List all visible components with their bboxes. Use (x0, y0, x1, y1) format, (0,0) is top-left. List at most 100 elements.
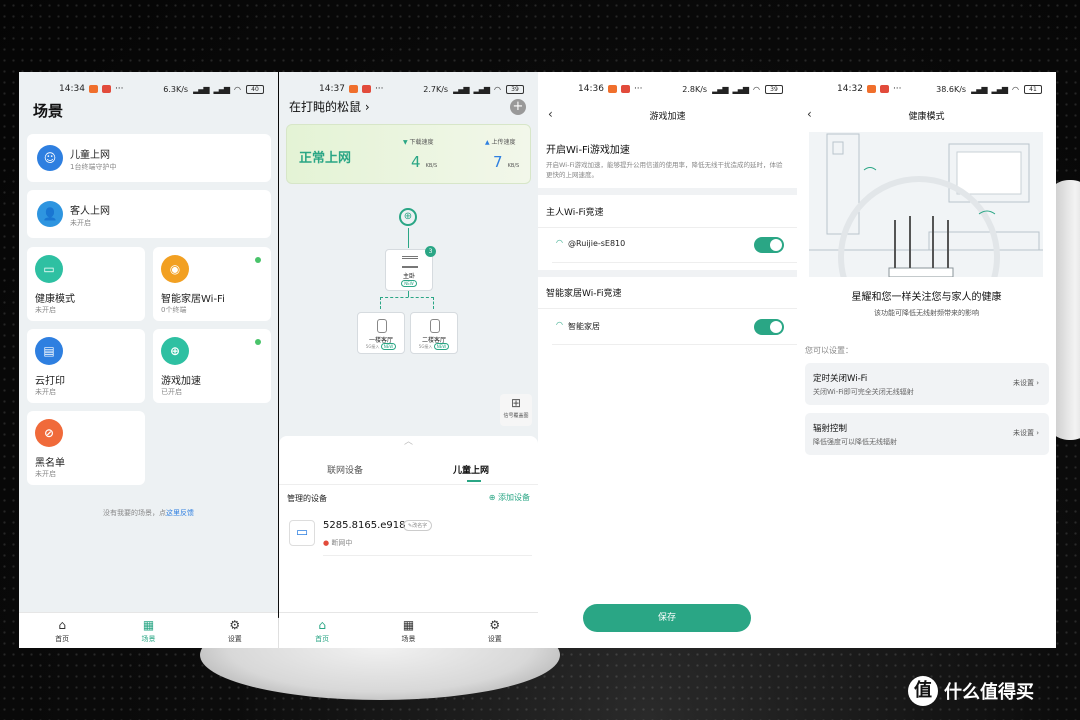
wifi-icon: ◠ (556, 320, 563, 329)
tab-home[interactable]: ⌂ 首页 (32, 618, 92, 644)
node-label: 主卧 (402, 273, 415, 280)
main-wifi-toggle[interactable] (754, 237, 784, 253)
sheet-tab-devices[interactable]: 联网设备 (327, 463, 363, 476)
tab-settings[interactable]: ⚙ 设置 (465, 618, 525, 644)
computer-icon: ▭ (289, 520, 315, 546)
scene-card-health[interactable]: ▭ 健康模式 未开启 (27, 247, 145, 321)
section-desc: 开启Wi-Fi游戏加速，能够提升公用信道的使用率，降低无线干扰造成的延时，体验更… (546, 161, 783, 179)
sub-router-node[interactable]: 二楼客厅 5G接入 NEW (410, 312, 458, 354)
signal-icon: ▂▄▆ (712, 84, 729, 94)
add-icon[interactable]: + (510, 99, 526, 115)
bottom-tabbar: ⌂ 首页 ▦ 场景 ⚙ 设置 (279, 612, 538, 648)
blacklist-user-icon: ⊘ (35, 419, 63, 447)
chevron-right-icon: › (1036, 379, 1039, 387)
status-time: 14:36 (578, 84, 604, 94)
wifi-icon: ◠ (494, 84, 501, 94)
page-title: 游戏加速 (649, 112, 686, 122)
download-value: 4 (411, 153, 421, 171)
scene-sub: 1台终端守护中 (70, 163, 117, 171)
option-title: 辐射控制 (813, 424, 848, 434)
signal-icon: ▂▄▆ (991, 84, 1009, 94)
option-card-timer[interactable]: 定时关闭Wi-Fi 关闭Wi-Fi即可完全关闭无线辐射 未设置 › (805, 363, 1049, 405)
tab-label: 场景 (141, 634, 156, 643)
gamepad-icon: ⊕ (161, 337, 189, 365)
sheet-tab-child[interactable]: 儿童上网 (453, 463, 489, 476)
tab-label: 首页 (315, 634, 330, 643)
status-bar: 14:32 ··· 38.6K/s ▂▄▆ ▂▄▆ ◠ 41 (797, 72, 1056, 106)
gear-icon: ⚙ (489, 617, 501, 632)
home-icon: ⌂ (318, 617, 326, 632)
scene-sub: 未开启 (35, 306, 56, 314)
main-router-node[interactable]: 主卧 NEW 3 (385, 246, 436, 291)
download-label: 下载速度 (409, 139, 434, 146)
scene-card-print[interactable]: ▤ 云打印 未开启 (27, 329, 145, 403)
option-card-radiation[interactable]: 辐射控制 降低强度可以降低无线辐射 未设置 › (805, 413, 1049, 455)
gray-divider (538, 188, 797, 195)
status-bar: 14:36 ··· 2.8K/s ▂▄▆ ▂▄▆ ◠ 39 (538, 72, 797, 106)
status-time: 14:37 (319, 84, 345, 94)
wifi-icon: ◠ (556, 238, 563, 247)
network-name-row[interactable]: 在打盹的松鼠 › (289, 98, 370, 115)
section-title: 开启Wi-Fi游戏加速 (546, 145, 630, 156)
notification-icon (361, 85, 371, 93)
signal-icon: ▂▄▆ (213, 84, 231, 94)
notification-icon (348, 85, 358, 93)
row-divider (538, 308, 797, 309)
main-wifi-name: @Ruijie-sE810 (568, 239, 626, 248)
smart-wifi-name: 智能家居 (568, 322, 600, 331)
sheet-handle-icon[interactable]: ︿ (279, 436, 538, 448)
feedback-link[interactable]: 这里反馈 (166, 509, 194, 517)
tab-home[interactable]: ⌂ 首页 (292, 618, 352, 644)
status-time: 14:32 (837, 84, 863, 94)
network-name: 在打盹的松鼠 (289, 100, 362, 114)
sub-router-node[interactable]: 一楼客厅 5G接入 NEW (357, 312, 405, 354)
scene-sub: 未开启 (35, 388, 56, 396)
option-state: 未设置 › (1012, 379, 1039, 387)
upload-arrow-icon: ▲ (485, 139, 490, 146)
router-icon (402, 256, 418, 268)
coverage-map-button[interactable]: ⊞ 信号覆盖图 (500, 394, 532, 426)
save-button[interactable]: 保存 (583, 604, 751, 632)
more-dots-icon: ··· (633, 84, 643, 94)
scene-card-game[interactable]: ⊕ 游戏加速 已开启 (153, 329, 271, 403)
scene-card-smarthome[interactable]: ◉ 智能家居Wi-Fi 0个终端 (153, 247, 271, 321)
home-icon: ⌂ (58, 617, 66, 632)
net-status: 正常上网 (299, 151, 352, 166)
smart-speaker-icon: ◉ (161, 255, 189, 283)
more-dots-icon: ··· (892, 84, 902, 94)
add-device-button[interactable]: ⊕ 添加设备 (489, 492, 530, 503)
smart-wifi-label: 智能家居Wi-Fi竞速 (546, 289, 622, 299)
grid-icon: ▦ (142, 617, 155, 632)
scene-card-blacklist[interactable]: ⊘ 黑名单 未开启 (27, 411, 145, 485)
device-row[interactable]: ▭ 5285.8165.e918 ✎改名字 ● 断网中 (279, 512, 538, 556)
tab-label: 场景 (401, 634, 416, 643)
tab-settings[interactable]: ⚙ 设置 (205, 618, 265, 644)
scene-title: 儿童上网 (70, 150, 110, 161)
row-divider (538, 227, 797, 228)
row-divider (552, 344, 797, 345)
row-divider (323, 555, 532, 556)
status-time: 14:34 (59, 84, 85, 94)
save-label: 保存 (657, 613, 676, 623)
gray-divider (538, 270, 797, 277)
smart-wifi-toggle[interactable] (754, 319, 784, 335)
download-unit: KB/S (425, 163, 438, 169)
network-speed: 2.7K/s (423, 84, 449, 94)
wifi-icon: ◠ (753, 84, 760, 94)
coverage-label: 信号覆盖图 (503, 413, 529, 419)
more-dots-icon: ··· (374, 84, 384, 94)
tab-scenes[interactable]: ▦ 场景 (378, 618, 438, 644)
smart-wifi-row: ◠ 智能家居 (538, 312, 797, 344)
status-dot (255, 339, 261, 345)
scene-sub: 未开启 (70, 219, 91, 227)
upload-label: 上传速度 (491, 139, 516, 146)
tab-scenes[interactable]: ▦ 场景 (118, 618, 178, 644)
scene-card-guest[interactable]: 👤 客人上网 未开启 (27, 190, 271, 238)
rename-button[interactable]: ✎改名字 (403, 520, 433, 531)
scene-title: 游戏加速 (161, 376, 201, 387)
scene-card-child[interactable]: ☺ 儿童上网 1台终端守护中 (27, 134, 271, 182)
phone-health-mode: 14:32 ··· 38.6K/s ▂▄▆ ▂▄▆ ◠ 41 ‹ 健康模式 星耀… (797, 72, 1056, 648)
satellite-icon (377, 319, 387, 333)
upload-block: ▲ 上传速度 7 KB/S (485, 137, 519, 171)
signal-icon: ▂▄▆ (453, 84, 470, 94)
